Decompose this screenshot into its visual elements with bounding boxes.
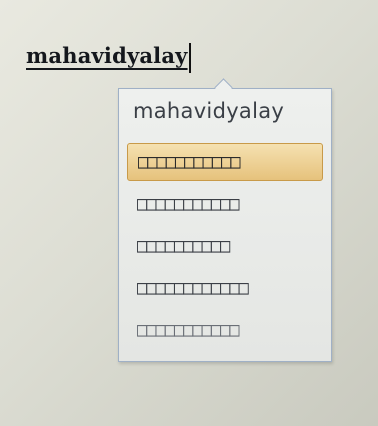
suggestion-label: □□□□□□□□□□□ [137, 192, 240, 216]
suggestion-item-4[interactable]: □□□□□□□□□□□□ [127, 269, 323, 307]
suggestion-label: □□□□□□□□□□□□ [137, 276, 249, 300]
text-editor-line[interactable]: mahavidyalay [26, 30, 191, 73]
popup-source-word: mahavidyalay [133, 99, 285, 123]
transliteration-suggestion-popup: mahavidyalay □□□□□□□□□□□ □□□□□□□□□□□ □□□… [118, 78, 332, 362]
suggestion-item-2[interactable]: □□□□□□□□□□□ [127, 185, 323, 223]
suggestion-label: □□□□□□□□□□ [137, 234, 230, 258]
suggestion-label: □□□□□□□□□□□ [137, 318, 240, 342]
typed-word: mahavidyalay [26, 43, 188, 68]
text-caret [188, 43, 191, 73]
suggestion-label: □□□□□□□□□□□ [138, 150, 241, 174]
popup-pointer-arrow [214, 78, 233, 97]
suggestion-item-1[interactable]: □□□□□□□□□□□ [127, 143, 323, 181]
suggestion-item-3[interactable]: □□□□□□□□□□ [127, 227, 323, 265]
suggestion-item-5[interactable]: □□□□□□□□□□□ [127, 311, 323, 349]
